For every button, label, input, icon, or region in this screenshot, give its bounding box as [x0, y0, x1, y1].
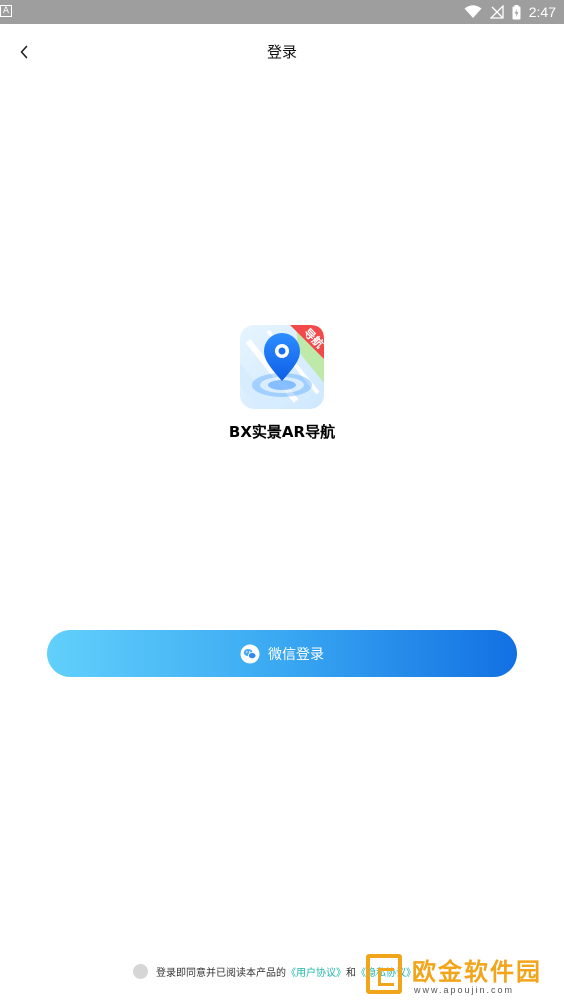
- signal-icon: [489, 5, 504, 19]
- agreement-joiner: 和: [346, 967, 356, 979]
- notification-a-icon: A: [0, 5, 12, 17]
- watermark-title: 欧金软件园: [412, 958, 542, 986]
- watermark-icon: [366, 954, 402, 994]
- battery-icon: [512, 4, 521, 19]
- wechat-login-label: 微信登录: [268, 646, 324, 663]
- app-logo-icon: 导航: [240, 325, 326, 409]
- nav-bar: 登录: [0, 24, 564, 80]
- agreement-checkbox[interactable]: [133, 963, 148, 979]
- page-title: 登录: [266, 43, 297, 61]
- app-name: BX实景AR导航: [228, 423, 336, 441]
- status-icons: 2:47: [464, 0, 556, 24]
- status-bar: A 2:47: [0, 0, 564, 24]
- wechat-icon: [240, 644, 260, 663]
- watermark-subtitle: www.apoujin.com: [414, 985, 515, 995]
- wechat-login-button[interactable]: 微信登录: [47, 630, 517, 677]
- status-time: 2:47: [528, 4, 556, 20]
- user-agreement-link[interactable]: 《用户协议》: [286, 964, 346, 979]
- watermark-logo: 欧金软件园 www.apoujin.com: [366, 952, 558, 998]
- agreement-text: 登录即同意并已阅读本产品的: [156, 967, 286, 979]
- wifi-icon: [464, 5, 482, 18]
